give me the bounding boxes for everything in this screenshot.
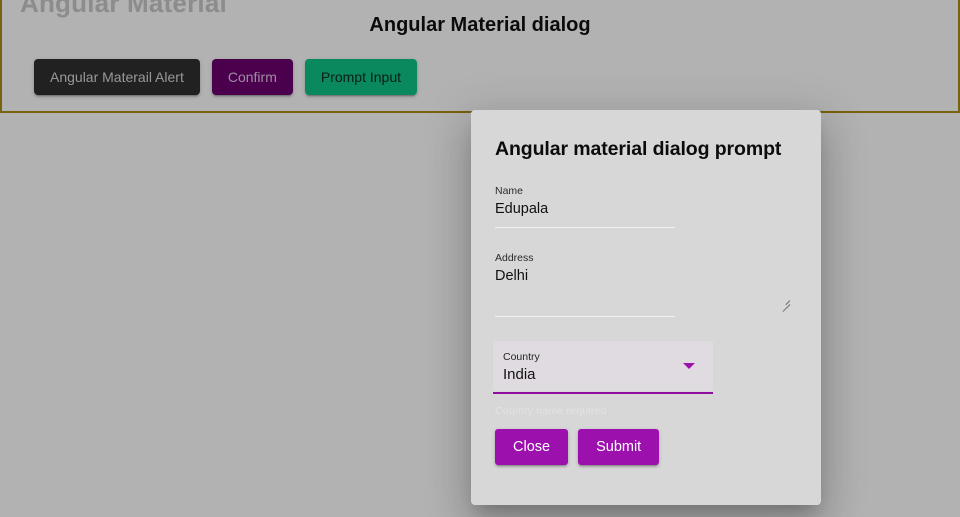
address-form-field[interactable]: Address Delhi bbox=[495, 252, 797, 317]
country-selected-value[interactable]: India bbox=[503, 364, 703, 385]
name-underline bbox=[495, 227, 675, 228]
country-label: Country bbox=[503, 351, 540, 363]
country-error-hint: Country name required bbox=[495, 405, 607, 417]
dialog-title: Angular material dialog prompt bbox=[495, 138, 782, 160]
name-form-field[interactable]: Name Edupala bbox=[495, 185, 797, 228]
close-button[interactable]: Close bbox=[495, 429, 569, 465]
address-textarea[interactable]: Delhi bbox=[495, 265, 797, 308]
name-label: Name bbox=[495, 185, 524, 197]
address-underline bbox=[495, 316, 675, 317]
submit-button[interactable]: Submit bbox=[578, 429, 660, 465]
chevron-down-icon[interactable] bbox=[683, 363, 695, 369]
country-select-form-field[interactable]: Country India bbox=[493, 341, 713, 394]
dialog-actions: Close Submit bbox=[495, 429, 797, 465]
prompt-dialog: Angular material dialog prompt Name Edup… bbox=[471, 110, 821, 505]
address-label: Address bbox=[495, 252, 534, 264]
name-input[interactable]: Edupala bbox=[495, 198, 797, 219]
country-focus-underline bbox=[493, 392, 713, 394]
